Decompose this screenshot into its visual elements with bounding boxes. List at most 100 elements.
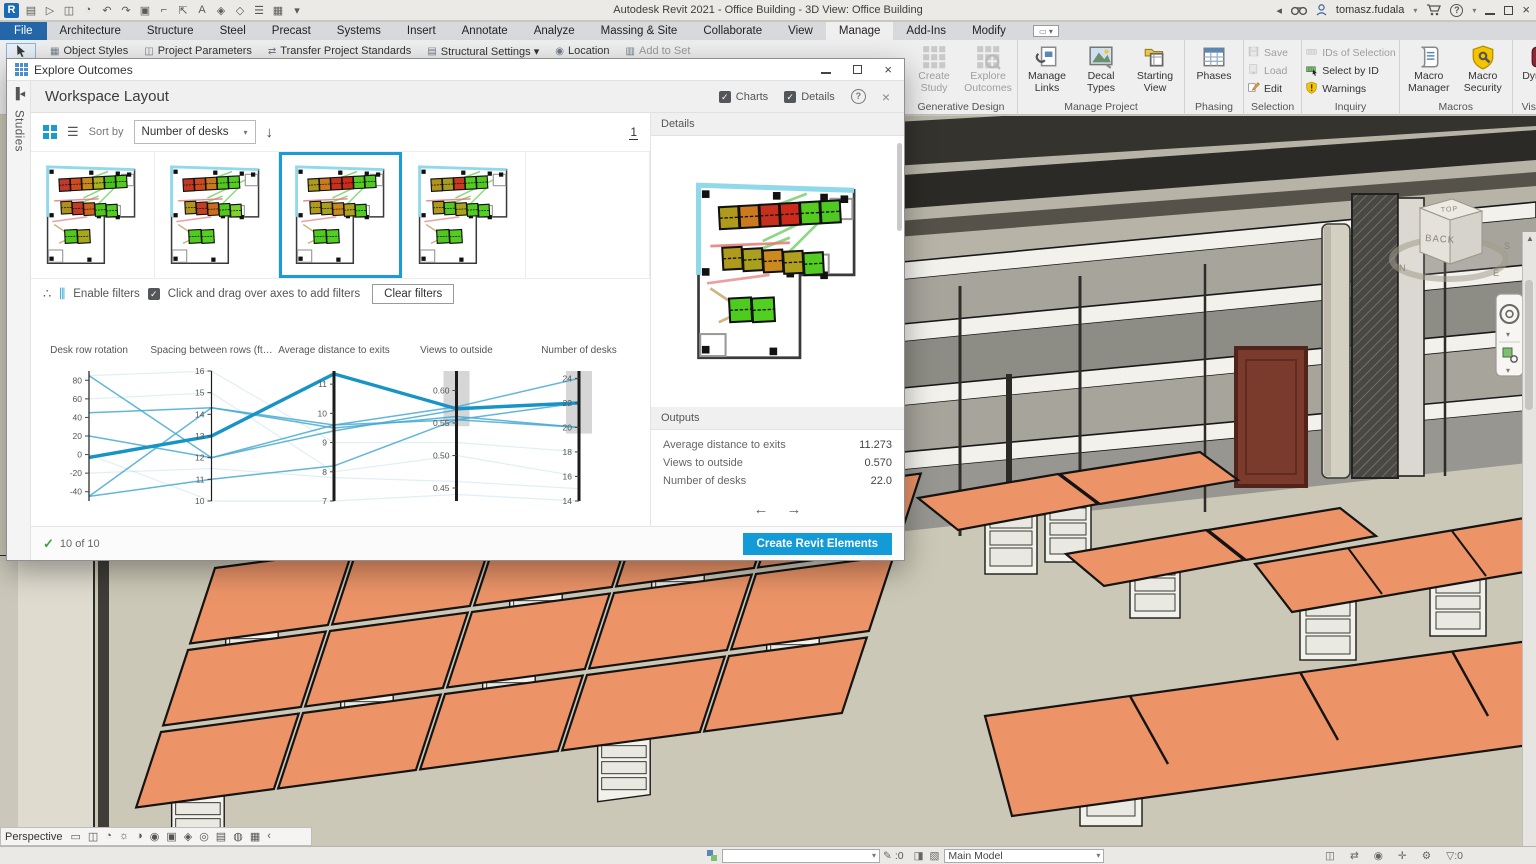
tab-steel[interactable]: Steel xyxy=(207,22,259,40)
help-icon[interactable]: ? xyxy=(1450,3,1464,17)
tab-architecture[interactable]: Architecture xyxy=(47,22,134,40)
press-drag-icon[interactable]: ✛ xyxy=(1398,850,1407,862)
properties-toggle-icon[interactable]: ◨ xyxy=(914,850,924,862)
sun-path-icon[interactable]: ☼ xyxy=(119,830,129,843)
page-number[interactable]: 1 xyxy=(629,125,638,140)
dialog-help-icon[interactable]: ? xyxy=(850,89,866,104)
crop-view-icon[interactable]: ▣ xyxy=(166,830,176,843)
save-icon[interactable]: ◫ xyxy=(62,4,76,17)
scrollbar-thumb[interactable] xyxy=(1525,280,1534,410)
dialog-minimize-button[interactable] xyxy=(821,65,832,74)
sort-direction-icon[interactable]: ↓ xyxy=(266,124,274,141)
ribbon-button-warnings[interactable]: Warnings xyxy=(1305,80,1366,97)
collapse-icon[interactable]: ‹ xyxy=(267,830,271,843)
select-links-icon[interactable]: ⚙ xyxy=(1422,850,1431,862)
tab-insert[interactable]: Insert xyxy=(394,22,449,40)
editable-only-icon[interactable]: ✎ xyxy=(883,850,892,862)
tab-view[interactable]: View xyxy=(775,22,826,40)
ribbon-button-select-by-id[interactable]: Select by ID xyxy=(1305,62,1379,79)
zoom-caret-icon[interactable]: ▾ xyxy=(1506,366,1510,375)
studies-rail[interactable]: ▐◂ Studies xyxy=(7,81,31,560)
detail-level-icon[interactable]: ◫ xyxy=(88,830,98,843)
open-icon[interactable]: ▷ xyxy=(43,4,57,17)
parallel-coordinates-icon[interactable]: ⫼ xyxy=(59,286,65,302)
charts-checkbox[interactable]: ✓ xyxy=(718,90,731,103)
ribbon-item-project-parameters[interactable]: ◫ Project Parameters xyxy=(144,45,252,58)
lock-3d-icon[interactable]: ◎ xyxy=(199,830,209,843)
outcome-preview[interactable] xyxy=(651,136,904,407)
tab-annotate[interactable]: Annotate xyxy=(449,22,521,40)
tab-modify[interactable]: Modify xyxy=(959,22,1019,40)
thin-lines-icon[interactable]: ☰ xyxy=(252,4,266,17)
ribbon-button-phases[interactable]: Phases xyxy=(1188,41,1240,83)
ribbon-button-macro-manager[interactable]: Macro Manager xyxy=(1403,41,1455,95)
3d-view-icon[interactable]: ◈ xyxy=(214,4,228,17)
reveal-hidden-icon[interactable]: ◍ xyxy=(233,830,243,843)
tab-structure[interactable]: Structure xyxy=(134,22,207,40)
dialog-title-bar[interactable]: Explore Outcomes × xyxy=(7,59,904,81)
help-caret-icon[interactable]: ▾ xyxy=(1472,6,1476,15)
search-binoculars-icon[interactable] xyxy=(1290,5,1307,16)
navigation-bar[interactable]: ▾ ▾ xyxy=(1495,293,1524,377)
ribbon-button-edit[interactable]: Edit xyxy=(1247,80,1282,97)
scroll-up-icon[interactable]: ▲ xyxy=(1523,232,1536,246)
tab-analyze[interactable]: Analyze xyxy=(521,22,588,40)
scatter-chart-icon[interactable]: ∴ xyxy=(43,286,51,302)
window-restore-button[interactable] xyxy=(1504,5,1514,15)
zoom-icon[interactable] xyxy=(1502,347,1513,358)
details-checkbox[interactable]: ✓ xyxy=(784,90,797,103)
link-icon[interactable]: ▧ xyxy=(930,850,940,862)
enable-filters-checkbox[interactable]: ✓ xyxy=(147,288,160,300)
tab-systems[interactable]: Systems xyxy=(324,22,394,40)
list-view-icon[interactable]: ☰ xyxy=(67,124,79,140)
text-icon[interactable]: A xyxy=(195,4,209,16)
window-minimize-button[interactable] xyxy=(1485,6,1496,15)
ribbon-button-manage-links[interactable]: Manage Links xyxy=(1021,41,1073,95)
section-icon[interactable]: ◇ xyxy=(233,4,247,17)
undo-icon[interactable]: ↶ xyxy=(100,4,114,17)
expand-panel-icon[interactable]: ▐◂ xyxy=(12,87,25,100)
view-cube-back-face[interactable]: BACK xyxy=(1425,233,1456,246)
create-revit-elements-button[interactable]: Create Revit Elements xyxy=(742,532,892,555)
user-menu-caret-icon[interactable]: ▾ xyxy=(1413,6,1417,15)
outcome-thumbnail-1[interactable] xyxy=(31,152,155,278)
wheel-caret-icon[interactable]: ▾ xyxy=(1506,330,1510,339)
sync-icon[interactable]: ◔ xyxy=(81,4,95,16)
analysis-icon[interactable]: ▦ xyxy=(250,830,260,843)
tab-precast[interactable]: Precast xyxy=(259,22,324,40)
view-cube-top-face[interactable]: TOP xyxy=(1441,206,1459,214)
redo-icon[interactable]: ↷ xyxy=(119,4,133,17)
ribbon-button-starting-view[interactable]: Starting View xyxy=(1129,41,1181,95)
design-option-select[interactable]: Main Model ▾ xyxy=(944,848,1105,863)
ribbon-item-location[interactable]: ◉ Location xyxy=(555,45,609,58)
visual-style-icon[interactable]: ◔ xyxy=(105,830,112,843)
clear-filters-button[interactable]: Clear filters xyxy=(372,284,455,304)
details-toggle[interactable]: ✓ Details xyxy=(784,90,835,103)
file-small-icon[interactable]: ▤ xyxy=(24,4,38,17)
details-scrollbar-thumb[interactable] xyxy=(897,143,902,231)
outcome-thumbnail-4[interactable] xyxy=(402,152,527,278)
store-cart-icon[interactable] xyxy=(1426,4,1442,16)
next-outcome-button[interactable]: → xyxy=(787,501,802,518)
close-inactive-icon[interactable]: ▦ xyxy=(271,4,285,17)
dialog-maximize-button[interactable] xyxy=(853,65,863,74)
design-options-icon[interactable]: ⇄ xyxy=(1350,850,1359,862)
dialog-close-button[interactable]: × xyxy=(884,63,892,76)
outcome-thumbnail-3-selected[interactable] xyxy=(278,152,403,278)
filter-icon[interactable]: ▽:0 xyxy=(1446,850,1463,862)
charts-toggle[interactable]: ✓ Charts xyxy=(718,90,768,103)
dimension-icon[interactable]: ⇱ xyxy=(176,4,190,17)
user-avatar-icon[interactable] xyxy=(1316,4,1327,16)
previous-outcome-button[interactable]: ← xyxy=(754,501,769,518)
tab-add-ins[interactable]: Add-Ins xyxy=(893,22,959,40)
study-close-icon[interactable]: × xyxy=(882,89,890,105)
crop-region-icon[interactable]: ◈ xyxy=(184,830,192,843)
ribbon-display-toggle[interactable]: ▭ ▾ xyxy=(1032,25,1059,37)
ribbon-button-dynamo[interactable]: Dynamo xyxy=(1516,41,1536,83)
tab-collaborate[interactable]: Collaborate xyxy=(690,22,775,40)
exclude-options-icon[interactable]: ◉ xyxy=(1374,850,1383,862)
parallel-coordinates-chart[interactable]: Desk row rotation 80 60 40 20 0 -20 -40 Spacing … xyxy=(31,309,650,526)
vertical-scrollbar[interactable]: ▲ ▼ xyxy=(1522,232,1536,864)
grid-view-icon[interactable] xyxy=(43,125,57,139)
ribbon-item-transfer-project-standards[interactable]: ⇄ Transfer Project Standards xyxy=(268,45,411,58)
